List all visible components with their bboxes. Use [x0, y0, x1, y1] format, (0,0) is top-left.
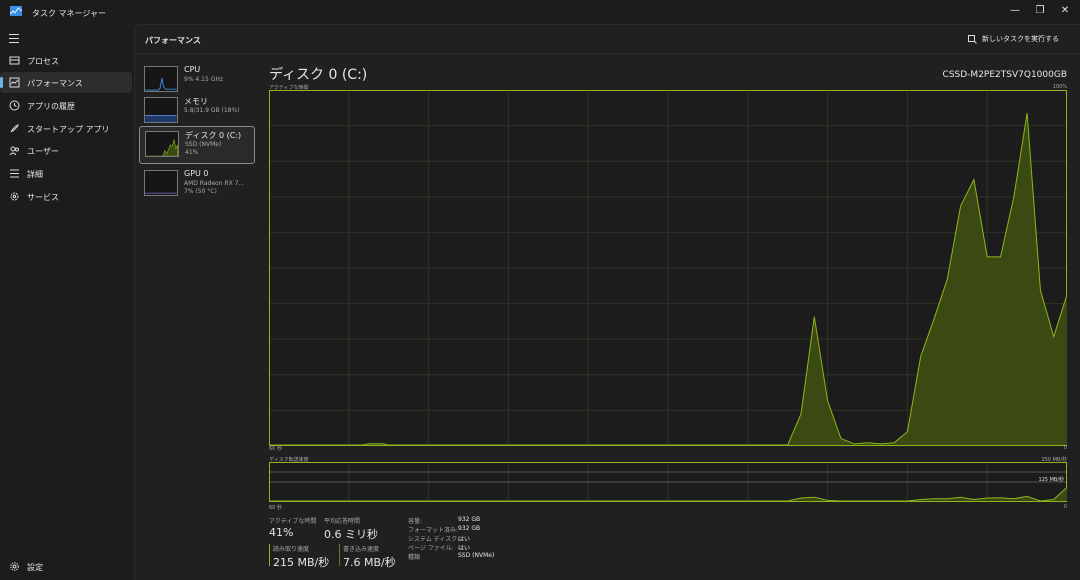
active-time-value: 41% [269, 526, 294, 539]
device-disk-0[interactable]: ディスク 0 (C:) SSD (NVMe) 41% [139, 126, 255, 164]
page-title: パフォーマンス [145, 36, 201, 45]
hamburger-menu-icon[interactable] [9, 34, 19, 46]
write-speed-label: 書き込み速度 [343, 546, 380, 553]
write-speed-value: 7.6 MB/秒 [343, 556, 396, 569]
window-title: タスク マネージャー [32, 9, 106, 18]
chart2-left-bottom: 60 秒 [269, 505, 282, 511]
device-name: ディスク 0 (C:) [185, 131, 242, 140]
write-speed-marker [339, 544, 340, 566]
disk-detail: ディスク 0 (C:) CSSD-M2PE2TSV7Q1000GB アクティブな… [269, 54, 1080, 580]
avg-response-value: 0.6 ミリ秒 [324, 528, 378, 541]
active-time-chart [269, 90, 1067, 446]
device-name: メモリ [184, 97, 208, 106]
chart2-right-bottom: 0 [1063, 504, 1067, 510]
sidebar-item-label: ユーザー [27, 147, 59, 156]
device-name: GPU 0 [184, 169, 209, 178]
chart1-left-bottom: 60 秒 [269, 446, 282, 452]
task-manager-app-icon [10, 6, 22, 16]
info-value: 932 GB [458, 525, 481, 532]
sidebar-item-startup-apps[interactable]: スタートアップ アプリ [0, 118, 132, 139]
device-sub: 7% (50 °C) [184, 188, 217, 195]
info-key: 種類 [408, 554, 421, 561]
device-sub: 41% [185, 149, 199, 156]
gear-icon [10, 562, 19, 571]
transfer-rate-chart [269, 462, 1067, 502]
avg-response-label: 平均応答時間 [324, 518, 361, 525]
sidebar-item-label: プロセス [27, 57, 59, 66]
app-history-icon [9, 100, 20, 111]
startup-apps-icon [10, 123, 20, 133]
sidebar-item-processes[interactable]: プロセス [0, 50, 132, 71]
memory-thumbnail-graph [144, 97, 178, 123]
sidebar-item-settings[interactable]: 設定 [0, 556, 132, 577]
sidebar-item-label: パフォーマンス [27, 79, 83, 88]
close-button[interactable]: ✕ [1050, 2, 1080, 20]
sidebar-item-label: アプリの履歴 [27, 102, 75, 111]
disk-stats: アクティブな時間 41% 平均応答時間 0.6 ミリ秒 読み取り速度 215 M… [269, 516, 789, 580]
performance-icon [9, 77, 20, 88]
device-name: CPU [184, 65, 201, 74]
sidebar-item-label: 詳細 [27, 170, 43, 179]
services-icon [10, 192, 19, 201]
sidebar-item-services[interactable]: サービス [0, 186, 132, 207]
device-gpu-0[interactable]: GPU 0 AMD Radeon RX 7... 7% (50 °C) [139, 166, 255, 204]
sidebar-item-label: サービス [27, 193, 59, 202]
chart2-mid-label: 125 MB/秒 [1038, 477, 1064, 483]
settings-label: 設定 [27, 563, 43, 572]
info-key: システム ディスク: [408, 536, 460, 543]
disk-title: ディスク 0 (C:) [269, 67, 368, 83]
read-speed-value: 215 MB/秒 [273, 556, 330, 569]
active-time-label: アクティブな時間 [269, 518, 317, 525]
disk-model: CSSD-M2PE2TSV7Q1000GB [942, 70, 1067, 80]
chart1-right-bottom: 0 [1063, 445, 1067, 451]
info-key: 容量: [408, 518, 423, 525]
sidebar-item-performance[interactable]: パフォーマンス [0, 72, 132, 93]
cpu-thumbnail-graph [144, 66, 178, 92]
info-value: SSD (NVMe) [458, 552, 495, 559]
users-icon [9, 146, 19, 156]
device-sub: 5.8/31.9 GB (18%) [184, 107, 240, 114]
info-value: はい [458, 545, 471, 552]
gpu-thumbnail-graph [144, 170, 178, 196]
info-key: フォーマット済み: [408, 527, 459, 534]
disk-thumbnail-graph [145, 131, 179, 157]
sidebar-item-details[interactable]: 詳細 [0, 163, 132, 184]
read-speed-marker [269, 544, 270, 566]
read-speed-label: 読み取り速度 [273, 546, 310, 553]
details-icon [10, 169, 19, 178]
sidebar-item-label: スタートアップ アプリ [27, 125, 110, 134]
device-sub: 9% 4.15 GHz [184, 76, 224, 83]
sidebar-item-app-history[interactable]: アプリの履歴 [0, 95, 132, 116]
device-sub: SSD (NVMe) [185, 141, 222, 148]
run-task-icon [968, 34, 977, 44]
sidebar-item-users[interactable]: ユーザー [0, 140, 132, 161]
active-indicator [0, 77, 3, 88]
title-bar: タスク マネージャー — ❐ ✕ [0, 0, 1080, 24]
main-panel: パフォーマンス 新しいタスクを実行する ··· CPU 9% 4.15 GHz … [134, 24, 1080, 580]
info-key: ページ ファイル: [408, 545, 454, 552]
more-options-button[interactable]: ··· [1031, 32, 1049, 46]
sidebar: プロセス パフォーマンス アプリの履歴 スタートアップ アプリ ユーザー 詳細 … [0, 24, 134, 580]
info-value: はい [458, 536, 471, 543]
processes-icon [9, 56, 20, 65]
device-sub: AMD Radeon RX 7... [184, 180, 245, 187]
info-value: 932 GB [458, 516, 481, 523]
